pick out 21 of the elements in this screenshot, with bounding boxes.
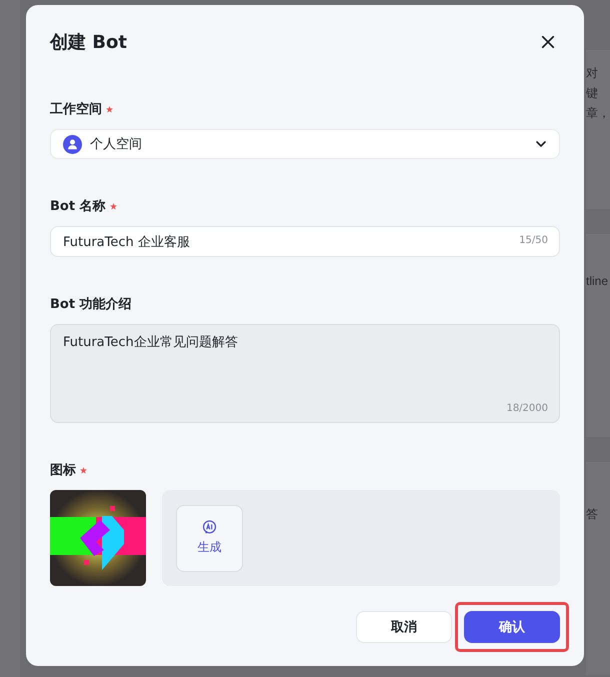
background-text: 答 [586,506,599,523]
workspace-dropdown[interactable]: 个人空间 [50,129,560,159]
ai-icon [202,520,217,535]
field-label: Bot 名称 [50,198,106,215]
background-text: 章， [586,105,610,122]
character-counter: 15/50 [519,235,548,246]
person-icon [63,134,82,154]
cancel-button[interactable]: 取消 [356,611,452,643]
background-text: tline [586,273,610,290]
field-label: Bot 功能介绍 [50,296,132,313]
character-counter: 18/2000 [506,403,548,414]
background-text: 对 [586,65,599,82]
dialog-title: 创建 Bot [50,31,127,54]
field-label: 工作空间 [50,100,102,118]
field-label: 图标 [50,462,76,479]
dropdown-value: 个人空间 [90,136,143,153]
background-text: 键 [586,85,599,102]
chevron-down-icon [535,138,547,150]
confirm-button[interactable]: 确认 [464,611,560,643]
generate-button[interactable]: 生成 [176,504,243,572]
close-icon[interactable] [541,35,555,49]
